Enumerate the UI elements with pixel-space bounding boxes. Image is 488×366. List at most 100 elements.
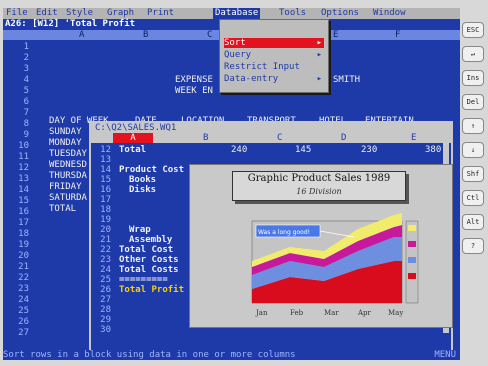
row-num[interactable]: 20 — [3, 251, 29, 261]
win-row-num[interactable]: 16 — [93, 185, 111, 195]
row-num[interactable]: 23 — [3, 284, 29, 294]
menu-style[interactable]: Style — [66, 8, 93, 19]
row-num[interactable]: 9 — [3, 130, 29, 140]
menu-options[interactable]: Options — [321, 8, 359, 19]
shift-button[interactable]: Shf — [462, 166, 484, 182]
esc-button[interactable]: ESC — [462, 22, 484, 38]
menu-item-data-entry[interactable]: Data-entry ▸ — [224, 74, 324, 84]
win-row-num[interactable]: 25 — [93, 275, 111, 285]
window-title-bar[interactable]: C:\Q2\SALES.WQ1 — [91, 123, 451, 133]
row-num[interactable]: 17 — [3, 218, 29, 228]
legend-swatch — [408, 273, 416, 279]
win-col-d[interactable]: D — [341, 133, 346, 143]
other-costs-label: Other Costs — [119, 255, 179, 265]
row-num[interactable]: 14 — [3, 185, 29, 195]
row-num[interactable]: 3 — [3, 64, 29, 74]
win-col-e[interactable]: E — [411, 133, 416, 143]
separator-line: ========= — [119, 275, 168, 285]
row-num[interactable]: 16 — [3, 207, 29, 217]
row-num[interactable]: 8 — [3, 119, 29, 129]
ins-button[interactable]: Ins — [462, 70, 484, 86]
row-num[interactable]: 21 — [3, 262, 29, 272]
win-row-num[interactable]: 20 — [93, 225, 111, 235]
row-num[interactable]: 6 — [3, 97, 29, 107]
row-num[interactable]: 22 — [3, 273, 29, 283]
win-row-num[interactable]: 19 — [93, 215, 111, 225]
x-tick: Apr — [357, 309, 372, 317]
alt-button[interactable]: Alt — [462, 214, 484, 230]
sheet-title-2: WEEK EN — [175, 86, 213, 96]
row-total-v3: 230 — [361, 145, 378, 155]
win-row-num[interactable]: 13 — [93, 155, 111, 165]
row-num[interactable]: 13 — [3, 174, 29, 184]
total-cost-label: Total Cost — [119, 245, 174, 255]
graph-panel[interactable]: Graphic Product Sales 1989 16 Division W… — [189, 164, 453, 328]
win-row-num[interactable]: 30 — [93, 325, 111, 335]
win-row-num[interactable]: 22 — [93, 245, 111, 255]
row-num[interactable]: 10 — [3, 141, 29, 151]
row-num[interactable]: 15 — [3, 196, 29, 206]
status-line: Sort rows in a block using data in one o… — [3, 350, 460, 360]
win-row-num[interactable]: 17 — [93, 195, 111, 205]
mode-indicator: MENU — [434, 350, 456, 360]
total-costs-label: Total Costs — [119, 265, 179, 275]
row-num[interactable]: 27 — [3, 328, 29, 338]
col-c[interactable]: C — [207, 30, 212, 40]
sheet-title-1: EXPENSE — [175, 75, 213, 85]
win-row-num[interactable]: 18 — [93, 205, 111, 215]
up-arrow-button[interactable]: ↑ — [462, 118, 484, 134]
win-col-c[interactable]: C — [277, 133, 282, 143]
win-row-num[interactable]: 24 — [93, 265, 111, 275]
win-col-b[interactable]: B — [203, 133, 208, 143]
help-button[interactable]: ? — [462, 238, 484, 254]
win-row-num[interactable]: 28 — [93, 305, 111, 315]
menu-graph[interactable]: Graph — [107, 8, 134, 19]
down-arrow-button[interactable]: ↓ — [462, 142, 484, 158]
menu-item-restrict-input[interactable]: Restrict Input — [224, 62, 324, 72]
win-row-num[interactable]: 29 — [93, 315, 111, 325]
win-row-num[interactable]: 26 — [93, 285, 111, 295]
enter-button[interactable]: ↵ — [462, 46, 484, 62]
row-num[interactable]: 5 — [3, 86, 29, 96]
submenu-arrow-icon: ▸ — [316, 50, 322, 60]
row-num[interactable]: 2 — [3, 53, 29, 63]
total-profit-cell[interactable]: Total Profit — [119, 285, 184, 295]
database-menu: Sort ▸ Query ▸ Restrict Input Data-entry ▸ — [219, 19, 329, 93]
ctrl-button[interactable]: Ctl — [462, 190, 484, 206]
del-button[interactable]: Del — [462, 94, 484, 110]
row-num[interactable]: 11 — [3, 152, 29, 162]
row-num[interactable]: 25 — [3, 306, 29, 316]
menu-item-label: Query — [224, 50, 252, 60]
row-total-v2: 145 — [295, 145, 312, 155]
col-e[interactable]: E — [333, 30, 338, 40]
win-row-num[interactable]: 14 — [93, 165, 111, 175]
col-f[interactable]: F — [395, 30, 400, 40]
col-b[interactable]: B — [143, 30, 148, 40]
win-row-num[interactable]: 27 — [93, 295, 111, 305]
menu-print[interactable]: Print — [147, 8, 174, 19]
menu-edit[interactable]: Edit — [36, 8, 58, 19]
row-num[interactable]: 24 — [3, 295, 29, 305]
day-thursday: THURSDA — [49, 171, 87, 181]
row-num[interactable]: 18 — [3, 229, 29, 239]
menu-item-sort[interactable]: Sort ▸ — [224, 38, 324, 48]
menu-database[interactable]: Database — [213, 8, 261, 19]
annotation-text: Was a long good! — [258, 229, 310, 236]
menu-window[interactable]: Window — [373, 8, 406, 19]
menu-item-query[interactable]: Query ▸ — [224, 50, 324, 60]
row-num[interactable]: 19 — [3, 240, 29, 250]
row-num[interactable]: 12 — [3, 163, 29, 173]
win-row-num[interactable]: 21 — [93, 235, 111, 245]
sheet-title-1b: SMITH — [333, 75, 361, 85]
col-a[interactable]: A — [79, 30, 84, 40]
menu-file[interactable]: File — [6, 8, 28, 19]
row-num[interactable]: 7 — [3, 108, 29, 118]
win-row-num[interactable]: 12 — [93, 145, 111, 155]
win-row-num[interactable]: 23 — [93, 255, 111, 265]
row-num[interactable]: 1 — [3, 42, 29, 52]
row-num[interactable]: 4 — [3, 75, 29, 85]
menu-tools[interactable]: Tools — [279, 8, 306, 19]
row-num[interactable]: 26 — [3, 317, 29, 327]
win-row-num[interactable]: 15 — [93, 175, 111, 185]
win-col-a[interactable]: A — [113, 133, 153, 143]
